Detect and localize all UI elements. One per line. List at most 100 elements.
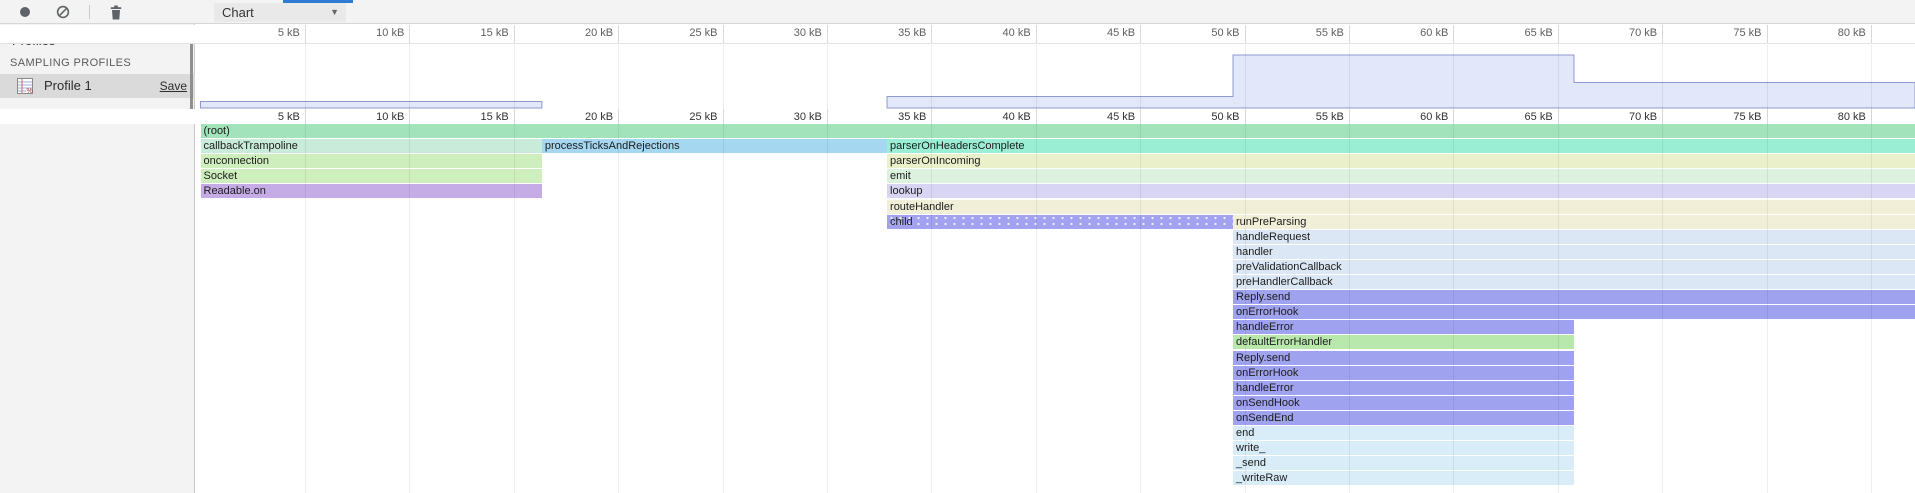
- record-icon: [19, 6, 31, 18]
- flame-bar-emit[interactable]: emit: [887, 169, 1915, 183]
- axis-tick-label: 45 kB: [1065, 27, 1135, 39]
- flame-bar-onerrorhook[interactable]: onErrorHook: [1233, 366, 1574, 380]
- axis-tick-label: 20 kB: [543, 111, 613, 123]
- flame-bar-prehandlercallback[interactable]: preHandlerCallback: [1233, 275, 1915, 289]
- flame-bar--root-[interactable]: (root): [201, 124, 1915, 138]
- axis-tick-label: 25 kB: [648, 27, 718, 39]
- overview-shape: [887, 55, 1915, 108]
- overview-area-chart: [0, 45, 1915, 109]
- flame-bar-parseronincoming[interactable]: parserOnIncoming: [887, 154, 1915, 168]
- axis-tick-label: 40 kB: [961, 27, 1031, 39]
- flame-bar-runpreparsing[interactable]: runPreParsing: [1233, 215, 1915, 229]
- axis-tick-label: 5 kB: [230, 111, 300, 123]
- axis-tick-label: 75 kB: [1692, 111, 1762, 123]
- trash-icon: [109, 5, 123, 20]
- axis-tick-label: 70 kB: [1587, 111, 1657, 123]
- axis-tick: [305, 109, 306, 124]
- flame-bar-child[interactable]: child: [887, 215, 1233, 229]
- axis-tick: [1245, 25, 1246, 43]
- axis-tick: [1662, 109, 1663, 124]
- axis-tick-label: 10 kB: [334, 111, 404, 123]
- flame-bar-handler[interactable]: handler: [1233, 245, 1915, 259]
- axis-tick-label: 55 kB: [1274, 111, 1344, 123]
- flame-bar-defaulterrorhandler[interactable]: defaultErrorHandler: [1233, 335, 1574, 349]
- axis-tick-label: 25 kB: [648, 111, 718, 123]
- axis-tick: [1871, 25, 1872, 43]
- axis-tick: [409, 109, 410, 124]
- axis-tick-label: 75 kB: [1692, 27, 1762, 39]
- axis-tick-label: 65 kB: [1483, 111, 1553, 123]
- axis-tick: [1767, 25, 1768, 43]
- flame-bar-readable-on[interactable]: Readable.on: [201, 184, 542, 198]
- axis-tick: [305, 25, 306, 43]
- axis-tick: [1558, 25, 1559, 43]
- axis-tick: [827, 109, 828, 124]
- axis-tick-label: 55 kB: [1274, 27, 1344, 39]
- record-button[interactable]: [16, 0, 34, 24]
- axis-tick-label: 5 kB: [230, 27, 300, 39]
- axis-tick: [618, 109, 619, 124]
- axis-tick: [931, 25, 932, 43]
- flame-bar-onconnection[interactable]: onconnection: [201, 154, 542, 168]
- memory-overview[interactable]: [0, 45, 1915, 109]
- axis-tick: [1662, 25, 1663, 43]
- axis-tick: [1558, 109, 1559, 124]
- flamechart-ruler[interactable]: 5 kB10 kB15 kB20 kB25 kB30 kB35 kB40 kB4…: [0, 109, 1915, 124]
- axis-tick: [1245, 109, 1246, 124]
- flame-bar-onerrorhook[interactable]: onErrorHook: [1233, 305, 1915, 319]
- axis-tick-label: 20 kB: [543, 27, 613, 39]
- flame-bar-end[interactable]: end: [1233, 426, 1574, 440]
- axis-tick-label: 45 kB: [1065, 111, 1135, 123]
- axis-tick-label: 80 kB: [1796, 27, 1866, 39]
- flame-bar-handleerror[interactable]: handleError: [1233, 320, 1574, 334]
- toolbar-separator: [89, 5, 90, 19]
- flame-bar-socket[interactable]: Socket: [201, 169, 542, 183]
- axis-tick: [1036, 25, 1037, 43]
- axis-tick-label: 35 kB: [856, 27, 926, 39]
- block-icon: [56, 5, 70, 19]
- axis-tick-label: 60 kB: [1378, 111, 1448, 123]
- axis-tick: [1349, 25, 1350, 43]
- axis-tick-label: 50 kB: [1170, 111, 1240, 123]
- flamechart-canvas[interactable]: (root)callbackTrampolineprocessTicksAndR…: [0, 124, 1915, 493]
- flame-bar-handlerequest[interactable]: handleRequest: [1233, 230, 1915, 244]
- axis-tick: [1453, 109, 1454, 124]
- flame-bar-write-[interactable]: write_: [1233, 441, 1574, 455]
- overview-ruler[interactable]: 5 kB10 kB15 kB20 kB25 kB30 kB35 kB40 kB4…: [0, 25, 1915, 44]
- view-mode-value: Chart: [222, 5, 254, 20]
- axis-tick-label: 15 kB: [439, 111, 509, 123]
- axis-tick: [827, 25, 828, 43]
- flame-bar-handleerror[interactable]: handleError: [1233, 381, 1574, 395]
- flame-bar-routehandler[interactable]: routeHandler: [887, 200, 1915, 214]
- flame-bar-lookup[interactable]: lookup: [887, 184, 1915, 198]
- flame-bar-onsendhook[interactable]: onSendHook: [1233, 396, 1574, 410]
- flame-bar--send[interactable]: _send: [1233, 456, 1574, 470]
- axis-tick-label: 50 kB: [1170, 27, 1240, 39]
- toolbar: Chart ▼: [0, 0, 1915, 24]
- axis-tick: [1871, 109, 1872, 124]
- flame-bar-reply-send[interactable]: Reply.send: [1233, 351, 1574, 365]
- axis-tick-label: 30 kB: [752, 111, 822, 123]
- axis-tick: [723, 109, 724, 124]
- axis-tick: [1767, 109, 1768, 124]
- axis-tick: [1453, 25, 1454, 43]
- axis-tick: [723, 25, 724, 43]
- axis-tick: [1036, 109, 1037, 124]
- overview-shape: [201, 102, 542, 109]
- flame-bar-processticksandrejections[interactable]: processTicksAndRejections: [542, 139, 887, 153]
- axis-tick-label: 10 kB: [334, 27, 404, 39]
- flame-bar-reply-send[interactable]: Reply.send: [1233, 290, 1915, 304]
- flame-bar-prevalidationcallback[interactable]: preValidationCallback: [1233, 260, 1915, 274]
- flame-bar-onsendend[interactable]: onSendEnd: [1233, 411, 1574, 425]
- axis-tick: [514, 25, 515, 43]
- delete-profile-button[interactable]: [106, 0, 126, 24]
- axis-tick: [618, 25, 619, 43]
- clear-button[interactable]: [54, 0, 72, 24]
- view-mode-select[interactable]: Chart ▼: [214, 3, 346, 22]
- axis-tick-label: 60 kB: [1378, 27, 1448, 39]
- flame-bar-parseronheaderscomplete[interactable]: parserOnHeadersComplete: [887, 139, 1915, 153]
- flame-bar-callbacktrampoline[interactable]: callbackTrampoline: [201, 139, 542, 153]
- flame-bar--writeraw[interactable]: _writeRaw: [1233, 471, 1574, 485]
- axis-tick: [409, 25, 410, 43]
- axis-tick-label: 35 kB: [856, 111, 926, 123]
